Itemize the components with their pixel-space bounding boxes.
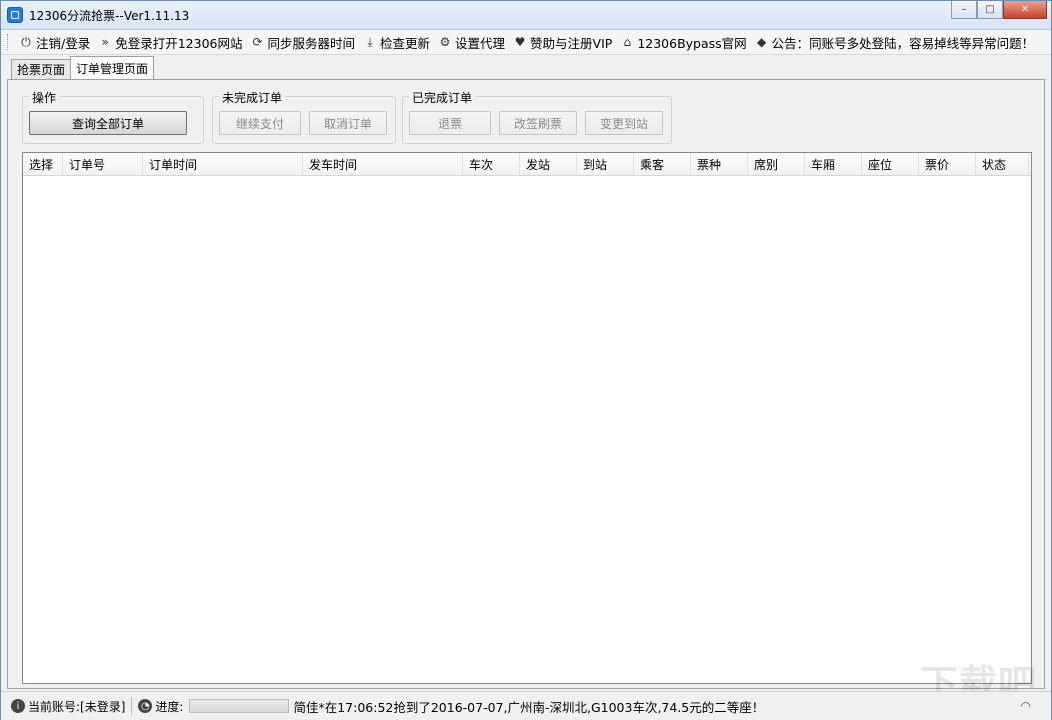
toolbar-login-label: 注销/登录 [36,35,91,51]
status-message: 简佳*在17:06:52抢到了2016-07-07,广州南-深圳北,G1003车… [293,699,765,715]
sync-icon: ⟳ [252,35,263,49]
column-header-select[interactable]: 选择 [23,153,63,175]
window-title: 12306分流抢票--Ver1.11.13 [29,9,190,23]
tab-strip: 抢票页面 订单管理页面 [11,56,155,79]
refund-button[interactable]: 退票 [409,111,491,135]
app-icon [7,7,23,23]
download-icon: ⤓ [367,34,373,49]
home-icon: ⌂ [623,35,632,49]
column-header-price[interactable]: 票价 [919,153,976,175]
toolbar-vip-button[interactable]: ♥ 赞助与注册VIP [509,31,616,53]
column-header-order-no[interactable]: 订单号 [63,153,143,175]
progress-bar [189,699,290,713]
gear-icon: ⚙ [439,35,451,49]
power-icon: ⏻ [21,34,31,49]
heart-icon: ♥ [514,35,526,49]
toolbar-announcement[interactable]: ◆ 公告：同账号多处登陆，容易掉线等异常问题！ [751,31,1039,53]
column-header-train-no[interactable]: 车次 [463,153,520,175]
title-bar[interactable]: 12306分流抢票--Ver1.11.13 – □ ✕ [1,1,1051,30]
continue-payment-button[interactable]: 继续支付 [219,111,301,135]
column-header-ticket-type[interactable]: 票种 [691,153,748,175]
column-header-departure-time[interactable]: 发车时间 [303,153,463,175]
progress-label: 进度: [155,699,184,714]
status-separator [131,697,133,715]
network-signal-icon: ◠ [1020,699,1031,713]
double-chevron-icon: » [101,35,109,49]
column-header-seat[interactable]: 座位 [862,153,919,175]
account-info-icon: i [11,699,25,713]
window-controls: – □ ✕ [951,1,1047,21]
toolbar-website-label: 12306Bypass官网 [637,35,747,51]
order-management-panel: 操作 查询全部订单 未完成订单 继续支付 取消订单 已完成订单 退票 改签刷票 … [7,79,1045,689]
toolbar-check-update-button[interactable]: ⤓ 检查更新 [359,31,434,53]
status-bar: i 当前账号:[未登录] ◔ 进度: 简佳*在17:06:52抢到了2016-0… [1,691,1051,720]
toolbar-sync-time-button[interactable]: ⟳ 同步服务器时间 [246,31,359,53]
toolbar-proxy-label: 设置代理 [455,35,506,51]
app-window: 12306分流抢票--Ver1.11.13 – □ ✕ ⏻ 注销/登录 » 免登… [0,0,1052,720]
cancel-order-button[interactable]: 取消订单 [309,111,387,135]
close-button[interactable]: ✕ [1003,1,1047,19]
column-header-order-time[interactable]: 订单时间 [143,153,303,175]
toolbar-login-button[interactable]: ⏻ 注销/登录 [15,31,94,53]
minimize-button[interactable]: – [951,1,977,19]
toolbar-proxy-button[interactable]: ⚙ 设置代理 [434,31,509,53]
current-account-label: 当前账号:[未登录] [28,699,126,714]
toolbar-open-site-button[interactable]: » 免登录打开12306网站 [94,31,246,53]
toolbar-grip[interactable] [7,34,11,50]
completed-orders-group-label: 已完成订单 [409,89,476,106]
tag-icon: ◆ [757,35,767,49]
change-station-button[interactable]: 变更到站 [585,111,663,135]
toolbar-vip-label: 赞助与注册VIP [530,35,613,51]
operations-group: 操作 查询全部订单 [22,89,204,144]
column-header-carriage[interactable]: 车厢 [805,153,862,175]
tab-order-management[interactable]: 订单管理页面 [70,56,155,79]
toolbar-open-site-label: 免登录打开12306网站 [115,35,243,51]
toolbar-announcement-label: 公告：同账号多处登陆，容易掉线等异常问题！ [771,35,1035,51]
column-header-to-station[interactable]: 到站 [577,153,634,175]
completed-orders-group: 已完成订单 退票 改签刷票 变更到站 [402,89,672,144]
toolbar-check-update-label: 检查更新 [380,35,431,51]
toolbar-sync-time-label: 同步服务器时间 [267,35,355,51]
reschedule-button[interactable]: 改签刷票 [499,111,577,135]
progress-clock-icon: ◔ [138,699,153,713]
operations-group-label: 操作 [29,89,60,106]
column-header-seat-class[interactable]: 席别 [748,153,805,175]
incomplete-orders-group-label: 未完成订单 [219,89,286,106]
orders-table[interactable]: 选择 订单号 订单时间 发车时间 车次 发站 到站 乘客 票种 席别 车厢 座位… [22,152,1032,684]
column-header-status[interactable]: 状态 [976,153,1029,175]
column-header-from-station[interactable]: 发站 [520,153,577,175]
toolbar-website-button[interactable]: ⌂ 12306Bypass官网 [616,31,750,53]
maximize-button[interactable]: □ [977,1,1003,19]
query-all-orders-button[interactable]: 查询全部订单 [29,111,187,135]
incomplete-orders-group: 未完成订单 继续支付 取消订单 [212,89,396,144]
tab-grab-tickets[interactable]: 抢票页面 [11,59,72,79]
column-header-passenger[interactable]: 乘客 [634,153,691,175]
toolbar: ⏻ 注销/登录 » 免登录打开12306网站 ⟳ 同步服务器时间 ⤓ 检查更新 … [1,30,1051,55]
orders-table-header: 选择 订单号 订单时间 发车时间 车次 发站 到站 乘客 票种 席别 车厢 座位… [23,153,1031,176]
